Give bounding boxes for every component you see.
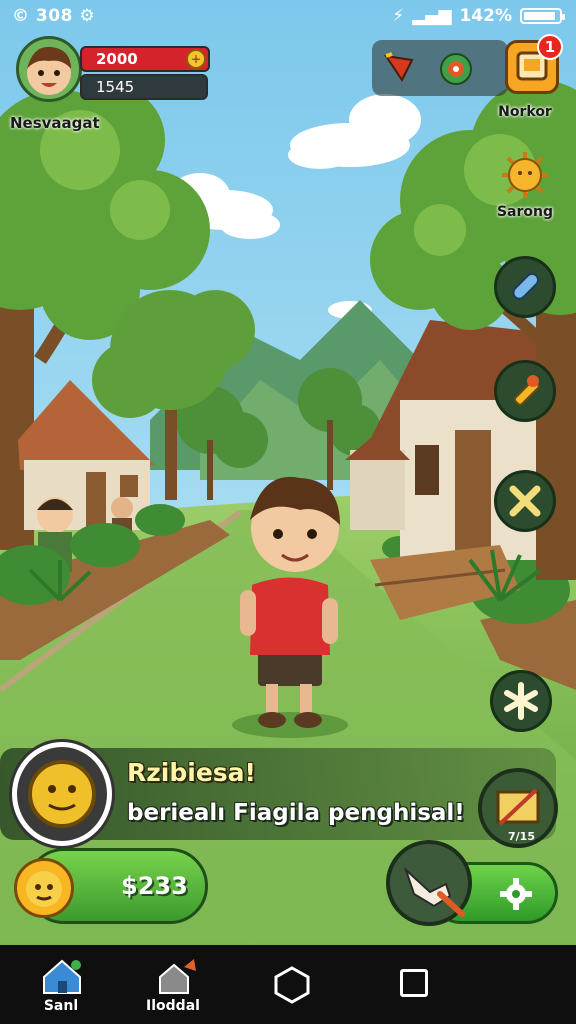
top-quick-tray	[372, 40, 508, 96]
dialog-title: Rzibiesa!	[127, 758, 256, 787]
health-bar: 2000 +	[80, 46, 210, 72]
battery-percent: 142%	[459, 6, 512, 26]
pipe-icon	[512, 272, 540, 300]
map-target-icon[interactable]	[436, 50, 476, 88]
dialog-text: beriealı Fiagila penghisal!	[127, 800, 465, 826]
tool-cross-button[interactable]	[494, 470, 556, 532]
nav-tab-village[interactable]: Iloddal	[118, 945, 228, 1024]
money-amount: $233	[121, 872, 188, 900]
sun-label: Sarong	[496, 204, 554, 220]
secondary-stat-value: 1545	[96, 78, 135, 96]
status-bar: © 308 ⚙ ⚡ ▂▄▆ 142%	[0, 0, 576, 32]
notification-badge: 1	[537, 34, 563, 60]
bluetooth-icon: ⚡	[392, 6, 405, 26]
pet-face-icon	[26, 871, 62, 907]
status-right: ⚡ ▂▄▆ 142%	[392, 6, 565, 26]
tool-hammer-button[interactable]	[494, 360, 556, 422]
avatar-face-icon	[27, 46, 71, 95]
navigation-bar: Sanl Iloddal	[0, 945, 576, 1024]
village-icon	[159, 959, 196, 994]
nav-tab-village-label: Iloddal	[146, 998, 200, 1014]
tool-pipe-button[interactable]	[494, 256, 556, 318]
nav-tab-home[interactable]: Sanl	[6, 945, 116, 1024]
secondary-stat-bar: 1545	[80, 74, 208, 100]
tool-star-button[interactable]	[490, 670, 552, 732]
asterisk-icon	[504, 682, 538, 720]
cross-tools-icon	[509, 485, 541, 517]
house-icon	[43, 959, 81, 994]
system-recents-icon[interactable]	[400, 969, 428, 997]
daily-sun-button[interactable]	[500, 150, 550, 200]
flag-icon[interactable]	[382, 50, 418, 86]
coin-face-icon	[28, 760, 96, 828]
interact-hand-button[interactable]	[386, 840, 472, 926]
money-badge	[14, 858, 74, 918]
gear-icon	[500, 878, 532, 910]
signal-icon: ▂▄▆	[412, 6, 452, 26]
add-health-icon[interactable]: +	[186, 49, 206, 69]
status-left-text: © 308 ⚙	[12, 6, 96, 26]
system-home-icon[interactable]	[272, 965, 312, 1005]
dialog-portrait	[12, 742, 112, 846]
battery-icon	[520, 8, 565, 24]
health-value: 2000	[96, 50, 138, 68]
player-name: Nesvaagat	[10, 114, 100, 132]
hand-icon	[403, 866, 465, 917]
nav-tab-home-label: Sanl	[43, 998, 79, 1014]
hammer-icon	[513, 375, 540, 406]
craft-count: 7/15	[508, 830, 535, 843]
sun-icon	[502, 152, 548, 198]
player-avatar[interactable]	[16, 36, 82, 102]
shop-label: Norkor	[498, 104, 552, 120]
